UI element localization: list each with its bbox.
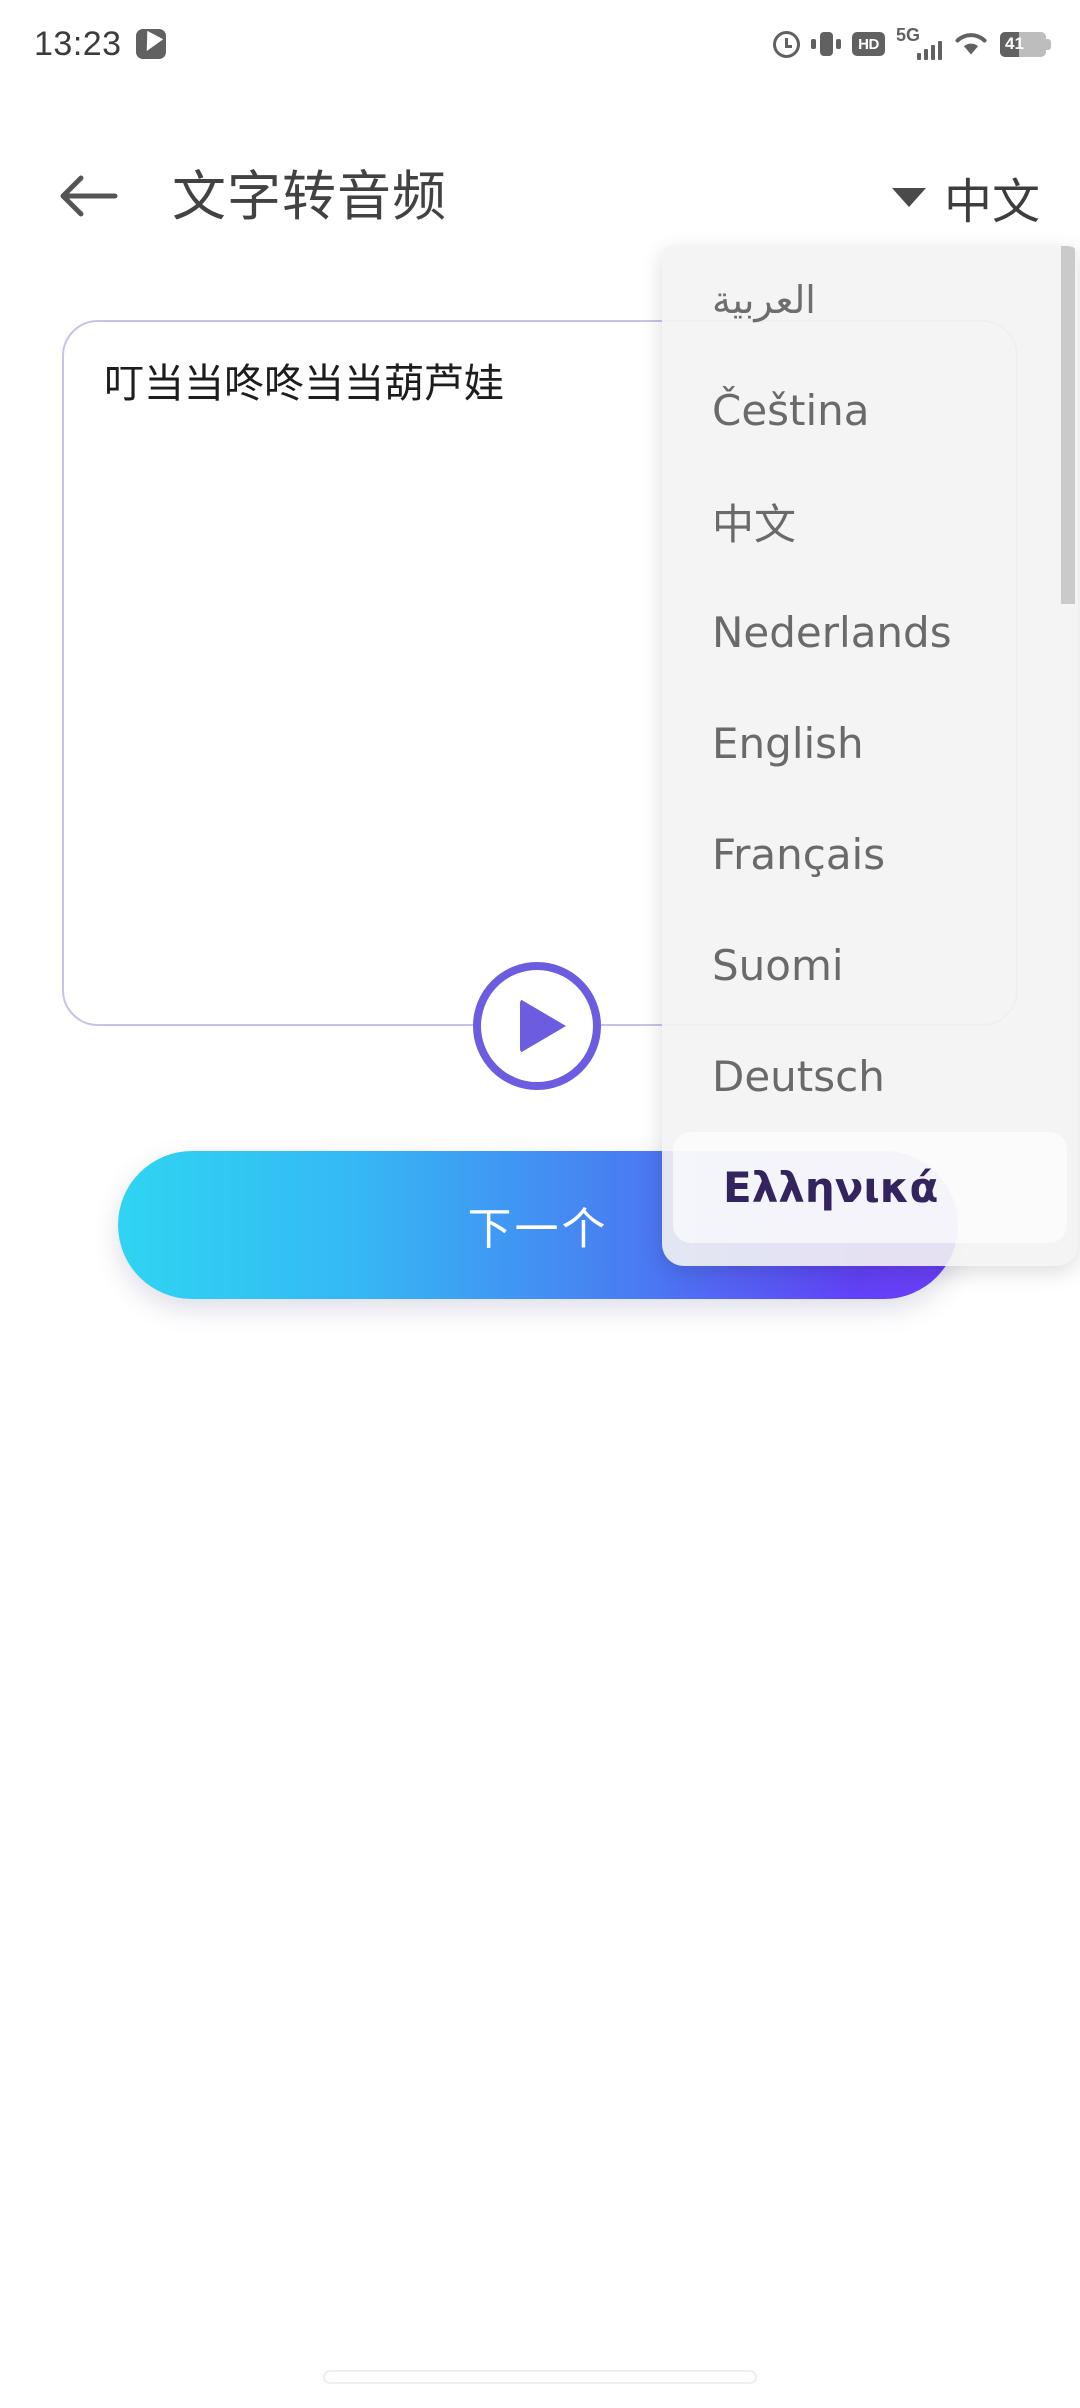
dropdown-item-suomi[interactable]: Suomi — [662, 910, 1078, 1021]
language-dropdown-list: العربية Čeština 中文 Nederlands English Fr… — [662, 246, 1078, 1266]
dropdown-item-chinese[interactable]: 中文 — [662, 466, 1078, 577]
page-title: 文字转音频 — [172, 165, 447, 228]
dropdown-item-nederlands[interactable]: Nederlands — [662, 577, 1078, 688]
battery-icon: 41 — [1000, 31, 1051, 57]
language-dropdown-panel[interactable]: العربية Čeština 中文 Nederlands English Fr… — [662, 246, 1078, 1266]
vibrate-icon — [811, 30, 841, 58]
play-icon — [520, 999, 566, 1053]
status-bar-left: 13:23 — [34, 25, 166, 64]
back-button[interactable] — [48, 156, 128, 236]
dropdown-item-cestina[interactable]: Čeština — [662, 355, 1078, 466]
alarm-icon — [773, 30, 800, 58]
status-bar-clock: 13:23 — [34, 24, 122, 63]
back-arrow-icon — [60, 175, 118, 217]
app-badge-icon — [135, 29, 166, 59]
signal-bars-icon — [916, 41, 942, 60]
dropdown-item-english[interactable]: English — [662, 688, 1078, 799]
5g-signal-icon: 5G — [896, 25, 942, 60]
dropdown-item-francais[interactable]: Français — [662, 799, 1078, 910]
hd-icon: HD — [852, 32, 885, 56]
next-button-label: 下一个 — [467, 1204, 609, 1255]
dropdown-item-ellinika[interactable]: Ελληνικά — [673, 1132, 1067, 1243]
dropdown-scrollbar[interactable] — [1061, 246, 1075, 604]
wifi-icon — [953, 30, 989, 58]
dropdown-item-deutsch[interactable]: Deutsch — [662, 1021, 1078, 1132]
status-bar: 13:23 HD 5G 41 — [0, 0, 1080, 88]
app-bar: 文字转音频 中文 — [0, 142, 1080, 252]
phone-screen: 13:23 HD 5G 41 文字转音频 中文 叮当当咚咚当当葫芦娃 下一个 ا… — [0, 0, 1080, 2408]
dropdown-item-arabic[interactable]: العربية — [662, 246, 1078, 355]
status-bar-right: HD 5G 41 — [773, 25, 1051, 60]
language-selector[interactable]: 中文 — [891, 162, 1040, 232]
battery-level-label: 41 — [1005, 34, 1024, 53]
home-gesture-bar[interactable] — [323, 2370, 757, 2384]
caret-down-icon — [891, 187, 926, 207]
play-button[interactable] — [473, 962, 601, 1090]
language-selector-value: 中文 — [943, 174, 1040, 230]
